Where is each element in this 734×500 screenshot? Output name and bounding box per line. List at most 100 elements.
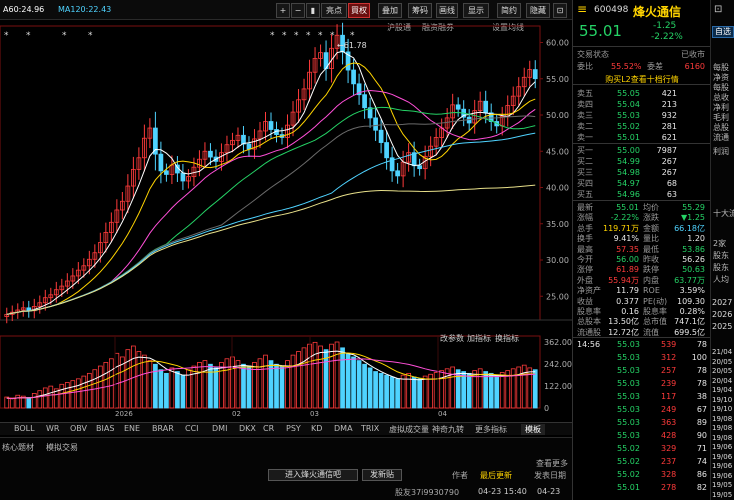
indicator-tab[interactable]: 神奇九转 <box>432 424 464 435</box>
view-more-link[interactable]: 查看更多 <box>536 458 568 469</box>
price-pct: -2.22% <box>651 32 683 42</box>
candle-body <box>268 121 274 130</box>
indicator-tab[interactable]: DMA <box>334 424 353 433</box>
f10-date: 19/06 <box>712 471 733 480</box>
event-star[interactable]: * <box>350 31 355 41</box>
f10-item: 2家 <box>713 239 727 248</box>
indicator-tab[interactable]: PSY <box>286 424 301 433</box>
tick-row: 55.03 363 89 <box>617 418 707 427</box>
event-star[interactable]: * <box>294 31 299 41</box>
event-star[interactable]: * <box>306 31 311 41</box>
indicator-tab[interactable]: 更多指标 <box>475 424 507 435</box>
indicator-tabs: BOLL WR OBV BIAS ENE BRAR CCI DMI DKX CR PSY KD DMA T… <box>0 422 572 435</box>
volume-bar <box>42 387 48 409</box>
buy-l2-link[interactable]: 购买L2查看十档行情 <box>573 74 711 85</box>
volume-bar <box>329 343 334 409</box>
volume-bar <box>318 345 323 409</box>
candle-body <box>362 94 367 109</box>
volume-bar <box>180 374 186 409</box>
switch-indicator-link[interactable]: 换指标 <box>495 333 519 344</box>
event-star[interactable]: * <box>330 31 335 41</box>
indicator-tab[interactable]: CR <box>263 424 274 433</box>
volume-bar <box>521 364 527 409</box>
candle-body <box>417 165 422 170</box>
indicator-tab[interactable]: TRIX <box>361 424 379 433</box>
volume-bar <box>108 358 114 409</box>
latest-col[interactable]: 最后更新 <box>480 470 512 481</box>
indicator-tab[interactable]: 模板 <box>521 424 545 435</box>
tab-sim-trade[interactable]: 模拟交易 <box>46 442 78 453</box>
zoom-in-button[interactable]: + <box>276 3 290 18</box>
new-post-button[interactable]: 发新贴 <box>362 469 402 481</box>
indicator-tab[interactable]: DKX <box>239 424 256 433</box>
volume-bar <box>340 347 345 409</box>
volume-bar <box>81 375 87 409</box>
hide-button[interactable]: 隐藏 <box>526 3 550 18</box>
indicator-tab[interactable]: BIAS <box>96 424 114 433</box>
tick-row: 55.03 117 38 <box>617 392 707 401</box>
post-date-col[interactable]: 发表日期 <box>534 470 566 481</box>
indicator-tab[interactable]: ENE <box>124 424 140 433</box>
event-star[interactable]: * <box>62 31 67 41</box>
volume-bar <box>142 354 147 409</box>
indicator-tab[interactable]: BRAR <box>152 424 174 433</box>
ma-line <box>6 50 536 315</box>
stat-row: 最新 55.01 均价 55.29 <box>577 203 705 212</box>
volume-bar <box>263 354 268 409</box>
stat-row: 涨停 61.89 跌停 50.63 <box>577 265 705 275</box>
bar-mode-button[interactable]: ▮ <box>306 3 320 18</box>
overlay-button[interactable]: 叠加 <box>378 3 402 18</box>
f10-date: 19/08 <box>712 424 733 432</box>
event-star[interactable]: * <box>4 31 9 41</box>
f10-date: 19/08 <box>712 433 733 442</box>
volume-tick-label: 0 <box>544 404 549 413</box>
volume-bar <box>208 363 213 409</box>
indicator-tab[interactable]: DMI <box>212 424 227 433</box>
indicator-tab[interactable]: OBV <box>70 424 87 433</box>
date-tick-label: 04 <box>438 410 447 418</box>
enter-forum-button[interactable]: 进入烽火通信吧 <box>268 469 358 481</box>
tab-core-theme[interactable]: 核心题材 <box>2 442 34 453</box>
edit-params-link[interactable]: 改参数 <box>440 333 464 344</box>
volume-bar <box>268 360 274 409</box>
volume-bar <box>389 376 395 409</box>
self-select-button[interactable]: 自选 <box>712 26 734 38</box>
stock-name: 烽火通信 <box>633 5 682 19</box>
indicator-tab[interactable]: BOLL <box>14 424 35 433</box>
volume-bar <box>169 367 175 409</box>
stat-row: 总手 119.71万 金额 66.18亿 <box>577 223 705 233</box>
draw-button[interactable]: 画线 <box>436 3 458 18</box>
window-button[interactable]: ⊡ <box>553 3 567 18</box>
date-tick-label: 02 <box>232 410 241 418</box>
volume-bar <box>37 390 43 409</box>
author-col: 作者 <box>452 471 468 480</box>
event-star[interactable]: * <box>282 31 287 41</box>
volume-bar <box>31 393 37 409</box>
event-star[interactable]: * <box>88 31 93 41</box>
highlight-button[interactable]: 亮点 <box>321 3 347 18</box>
ask-row: 卖五 55.05 421 <box>577 89 677 98</box>
rights-button[interactable]: 買权 <box>348 3 370 18</box>
ma120-label: MA120:22.43 <box>58 5 112 14</box>
zoom-out-button[interactable]: − <box>291 3 305 18</box>
indicator-tab[interactable]: 虚拟成交量 <box>389 424 429 435</box>
grid-icon[interactable]: ⊡ <box>714 4 722 15</box>
menu-icon[interactable]: ≡ <box>577 2 587 16</box>
indicator-tab[interactable]: CCI <box>185 424 199 433</box>
display-button[interactable]: 显示 <box>463 3 489 18</box>
candle-body <box>351 69 356 85</box>
indicator-tab[interactable]: WR <box>46 424 59 433</box>
event-star[interactable]: * <box>318 31 323 41</box>
candle-body <box>455 104 461 110</box>
event-star[interactable]: * <box>26 31 31 41</box>
indicator-tab[interactable]: KD <box>311 424 322 433</box>
add-indicator-link[interactable]: 加指标 <box>467 333 491 344</box>
post-user[interactable]: 股友37i9930790 <box>395 487 459 498</box>
chips-button[interactable]: 筹码 <box>408 3 432 18</box>
f10-date: 19/05 <box>712 481 733 489</box>
event-star[interactable]: * <box>270 31 275 41</box>
f10-date: 19/06 <box>712 452 733 461</box>
kline-chart[interactable]: 25.00 30.00 35.00 40.00 45.00 50.00 55.00 60.00… <box>0 20 572 422</box>
simple-button[interactable]: 简约 <box>497 3 521 18</box>
candle-body <box>373 117 378 131</box>
